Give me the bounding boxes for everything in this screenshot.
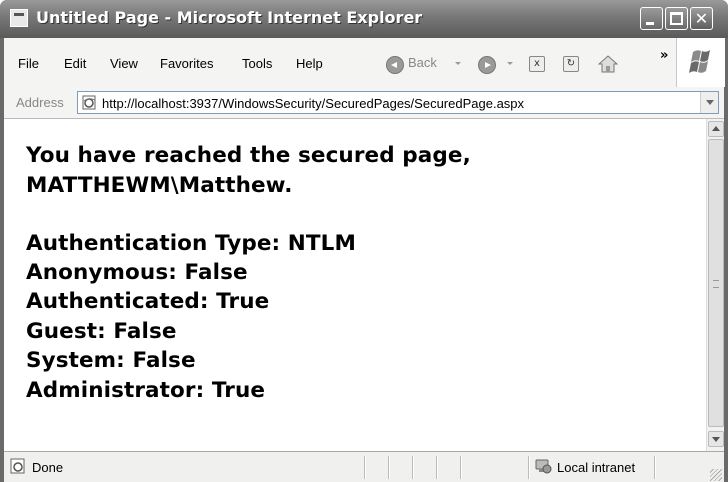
- window-title: Untitled Page - Microsoft Internet Explo…: [36, 8, 423, 27]
- scroll-thumb[interactable]: [708, 139, 724, 427]
- status-text: Done: [32, 460, 64, 475]
- windows-flag-icon: [689, 50, 710, 73]
- authenticated-field: Authenticated: True: [26, 289, 270, 314]
- close-icon: ✕: [694, 9, 709, 28]
- home-icon[interactable]: [598, 55, 618, 73]
- scroll-up-button[interactable]: [708, 121, 724, 137]
- menu-favorites[interactable]: Favorites: [160, 56, 213, 71]
- address-label: Address: [16, 95, 64, 110]
- administrator-field: Administrator: True: [26, 378, 266, 403]
- status-separator: [388, 456, 390, 479]
- menu-tools[interactable]: Tools: [242, 56, 272, 71]
- address-dropdown-button[interactable]: [700, 92, 718, 113]
- secured-message-line2: MATTHEWM\Matthew.: [26, 173, 293, 198]
- status-separator: [460, 456, 462, 479]
- forward-dropdown-icon[interactable]: [507, 62, 513, 65]
- back-dropdown-icon[interactable]: [455, 62, 461, 65]
- status-bar: Done Local intranet: [4, 451, 724, 482]
- page-content: You have reached the secured page, MATTH…: [4, 119, 706, 451]
- back-button[interactable]: Back: [408, 55, 437, 70]
- back-arrow-icon[interactable]: [386, 56, 404, 74]
- secured-message-line1: You have reached the secured page,: [26, 143, 471, 168]
- menu-view[interactable]: View: [110, 56, 138, 71]
- title-bar: Untitled Page - Microsoft Internet Explo…: [0, 0, 728, 38]
- zone-text: Local intranet: [557, 460, 636, 475]
- guest-field: Guest: False: [26, 319, 177, 344]
- status-separator: [436, 456, 438, 479]
- menu-file[interactable]: File: [18, 56, 39, 71]
- anonymous-field: Anonymous: False: [26, 260, 248, 285]
- vertical-scrollbar[interactable]: [706, 119, 724, 451]
- status-separator: [364, 456, 366, 479]
- stop-icon[interactable]: x: [529, 56, 545, 72]
- menu-edit[interactable]: Edit: [64, 56, 86, 71]
- menu-toolbar: File Edit View Favorites Tools Help Back…: [4, 38, 725, 89]
- page-done-icon: [10, 458, 25, 474]
- auth-type-field: Authentication Type: NTLM: [26, 231, 356, 256]
- forward-arrow-icon[interactable]: [478, 56, 496, 74]
- minimize-button[interactable]: [640, 7, 663, 30]
- status-separator: [654, 456, 656, 479]
- scroll-down-button[interactable]: [708, 431, 724, 447]
- ie-page-icon: [10, 9, 28, 27]
- toolbar-overflow-button[interactable]: »: [660, 48, 668, 63]
- menu-help[interactable]: Help: [296, 56, 323, 71]
- local-intranet-icon: [535, 459, 552, 474]
- minimize-icon: [646, 22, 654, 25]
- status-separator: [412, 456, 414, 479]
- status-separator: [528, 456, 530, 479]
- system-field: System: False: [26, 348, 196, 373]
- maximize-button[interactable]: [665, 7, 688, 30]
- browser-window: Untitled Page - Microsoft Internet Explo…: [0, 0, 728, 482]
- windows-logo: [676, 38, 725, 87]
- refresh-icon[interactable]: ↻: [563, 56, 579, 72]
- resize-grip[interactable]: [710, 469, 722, 481]
- address-input[interactable]: http://localhost:3937/WindowsSecurity/Se…: [77, 91, 719, 114]
- maximize-icon: [670, 12, 683, 25]
- page-icon: [82, 95, 96, 110]
- close-button[interactable]: ✕: [690, 7, 713, 30]
- address-url[interactable]: http://localhost:3937/WindowsSecurity/Se…: [102, 96, 524, 111]
- address-bar: Address http://localhost:3937/WindowsSec…: [4, 88, 724, 119]
